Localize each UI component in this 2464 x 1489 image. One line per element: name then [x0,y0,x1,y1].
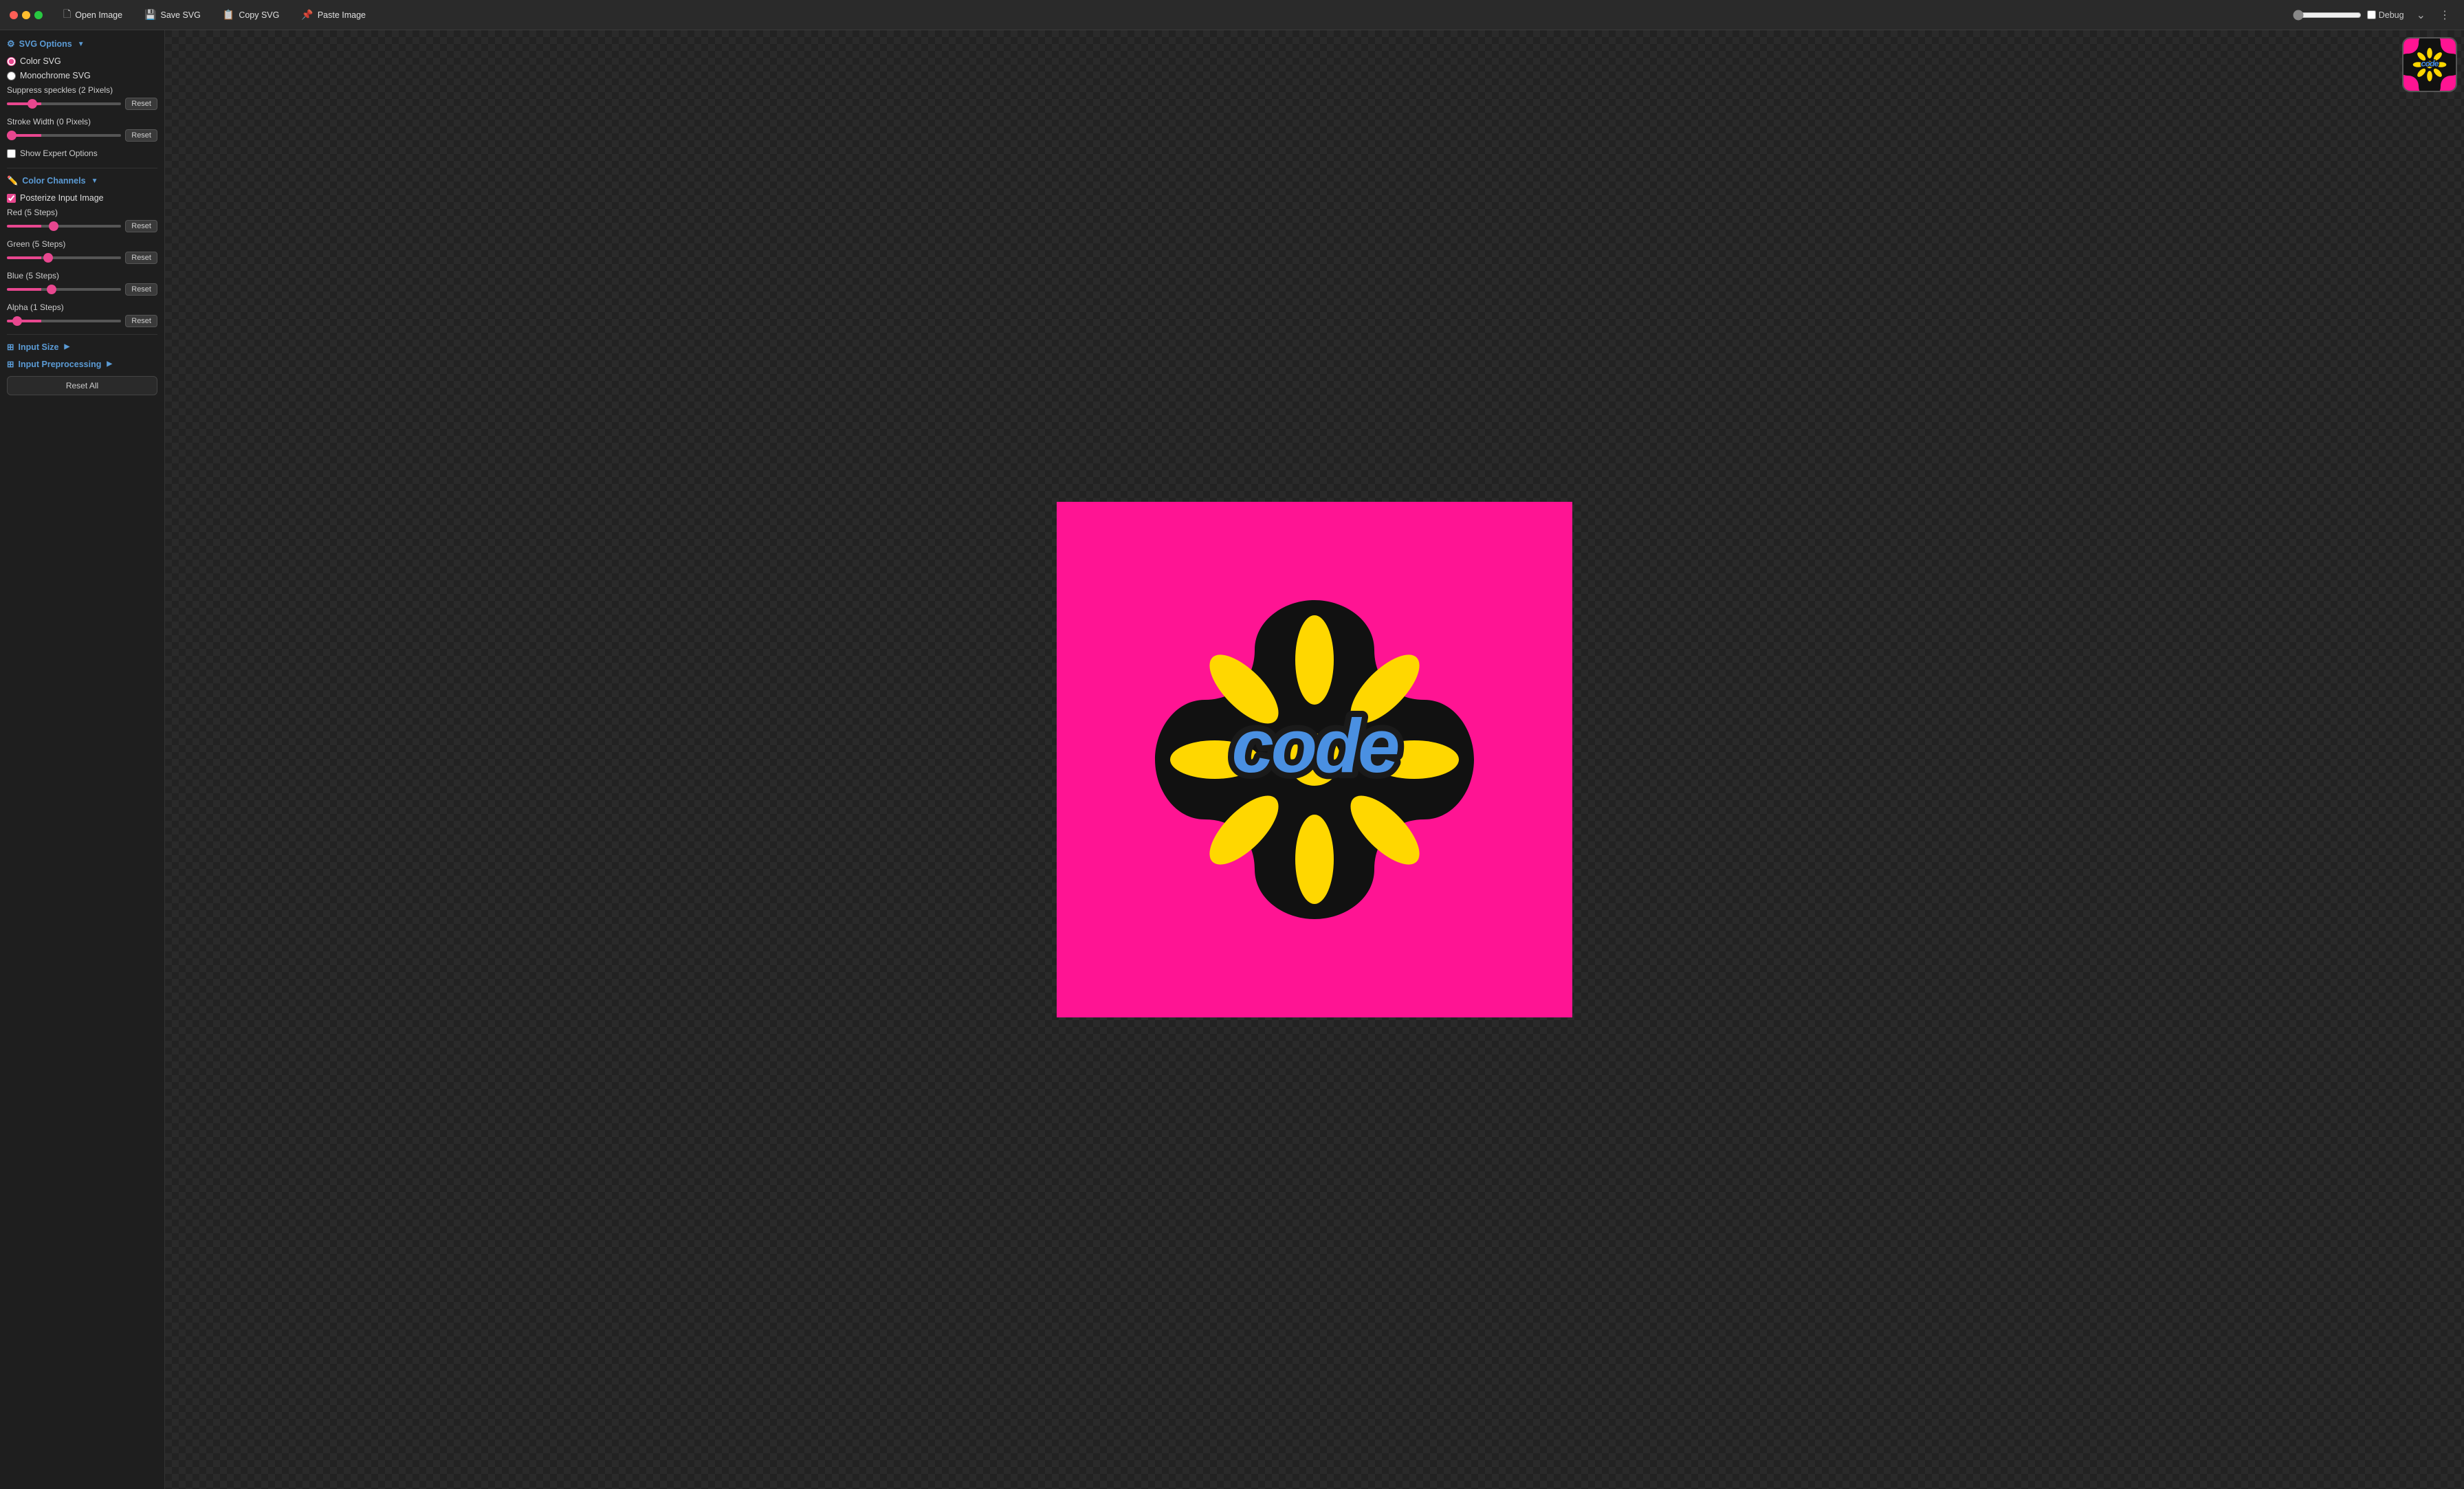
main-layout: ⚙ SVG Options ▼ Color SVG Monochrome SVG… [0,30,2464,1489]
svg-text:code: code [1232,704,1399,788]
alpha-row: Alpha (1 Steps) Reset [7,302,157,327]
alpha-reset[interactable]: Reset [125,315,157,327]
thumbnail: code [2402,37,2457,92]
canvas-area: code code [165,30,2464,1489]
svg-options-header[interactable]: ⚙ SVG Options ▼ [7,38,157,49]
posterize-row[interactable]: Posterize Input Image [7,193,157,203]
show-expert-checkbox[interactable] [7,149,16,158]
blue-control: Reset [7,283,157,296]
suppress-speckles-row: Suppress speckles (2 Pixels) Reset [7,85,157,110]
posterize-checkbox[interactable] [7,194,16,203]
green-row: Green (5 Steps) Reset [7,239,157,264]
stroke-width-reset[interactable]: Reset [125,129,157,142]
expert-options-row[interactable]: Show Expert Options [7,148,157,158]
close-button[interactable] [10,11,18,19]
green-reset[interactable]: Reset [125,252,157,264]
minimize-button[interactable] [22,11,30,19]
color-svg-option[interactable]: Color SVG [7,56,157,66]
suppress-speckles-control: Reset [7,98,157,110]
divider-2 [7,334,157,335]
red-label: Red (5 Steps) [7,208,157,217]
red-control: Reset [7,220,157,232]
copy-svg-icon: 📋 [223,9,234,21]
input-preprocessing-header[interactable]: ⊞ Input Preprocessing ▶ [7,359,157,369]
paste-image-icon: 📌 [301,9,313,21]
green-slider[interactable] [7,256,121,259]
stroke-width-control: Reset [7,129,157,142]
titlebar-end: ⌄ ⋮ [2412,7,2454,23]
reset-all-button[interactable]: Reset All [7,376,157,395]
copy-svg-button[interactable]: 📋 Copy SVG [216,6,287,23]
thumbnail-svg: code [2404,38,2456,91]
save-svg-button[interactable]: 💾 Save SVG [138,6,208,23]
stroke-width-row: Stroke Width (0 Pixels) Reset [7,117,157,142]
red-row: Red (5 Steps) Reset [7,208,157,232]
blue-reset[interactable]: Reset [125,283,157,296]
svg-options-chevron: ▼ [78,41,85,48]
color-channels-header[interactable]: ✏️ Color Channels ▼ [7,175,157,186]
collapse-button[interactable]: ⌄ [2412,7,2430,23]
input-preprocessing-icon: ⊞ [7,359,14,369]
sidebar: ⚙ SVG Options ▼ Color SVG Monochrome SVG… [0,30,165,1489]
green-control: Reset [7,252,157,264]
debug-checkbox[interactable] [2367,10,2376,19]
debug-area: Debug [2293,10,2404,21]
input-size-icon: ⊞ [7,342,14,352]
blue-slider[interactable] [7,288,121,291]
titlebar: 🗋 Open Image 💾 Save SVG 📋 Copy SVG 📌 Pas… [0,0,2464,30]
svg-text:code: code [2421,58,2439,68]
code-logo-svg: code [1057,502,1572,1017]
alpha-control: Reset [7,315,157,327]
paste-image-button[interactable]: 📌 Paste Image [294,6,373,23]
suppress-speckles-reset[interactable]: Reset [125,98,157,110]
suppress-speckles-label: Suppress speckles (2 Pixels) [7,85,157,95]
blue-label: Blue (5 Steps) [7,271,157,280]
color-channels-section: ✏️ Color Channels ▼ Posterize Input Imag… [7,175,157,327]
more-options-button[interactable]: ⋮ [2435,7,2454,23]
color-channels-icon: ✏️ [7,175,18,186]
traffic-lights [10,11,43,19]
debug-slider[interactable] [2293,10,2362,21]
open-image-button[interactable]: 🗋 Open Image [56,4,129,26]
alpha-label: Alpha (1 Steps) [7,302,157,312]
input-size-chevron: ▶ [65,343,70,351]
alpha-slider[interactable] [7,320,121,322]
stroke-width-slider[interactable] [7,134,121,137]
debug-checkbox-label[interactable]: Debug [2367,10,2404,20]
save-svg-icon: 💾 [144,9,156,21]
color-svg-radio[interactable] [7,57,16,66]
stroke-width-label: Stroke Width (0 Pixels) [7,117,157,126]
color-channels-chevron: ▼ [91,177,98,185]
image-canvas: code [1057,502,1572,1017]
red-reset[interactable]: Reset [125,220,157,232]
input-size-header[interactable]: ⊞ Input Size ▶ [7,342,157,352]
suppress-speckles-slider[interactable] [7,102,121,105]
green-label: Green (5 Steps) [7,239,157,249]
maximize-button[interactable] [34,11,43,19]
blue-row: Blue (5 Steps) Reset [7,271,157,296]
input-preprocessing-chevron: ▶ [107,360,112,368]
monochrome-svg-option[interactable]: Monochrome SVG [7,71,157,80]
open-image-icon: 🗋 [63,7,71,23]
svg-options-icon: ⚙ [7,38,15,49]
monochrome-svg-radio[interactable] [7,71,16,80]
red-slider[interactable] [7,225,121,228]
